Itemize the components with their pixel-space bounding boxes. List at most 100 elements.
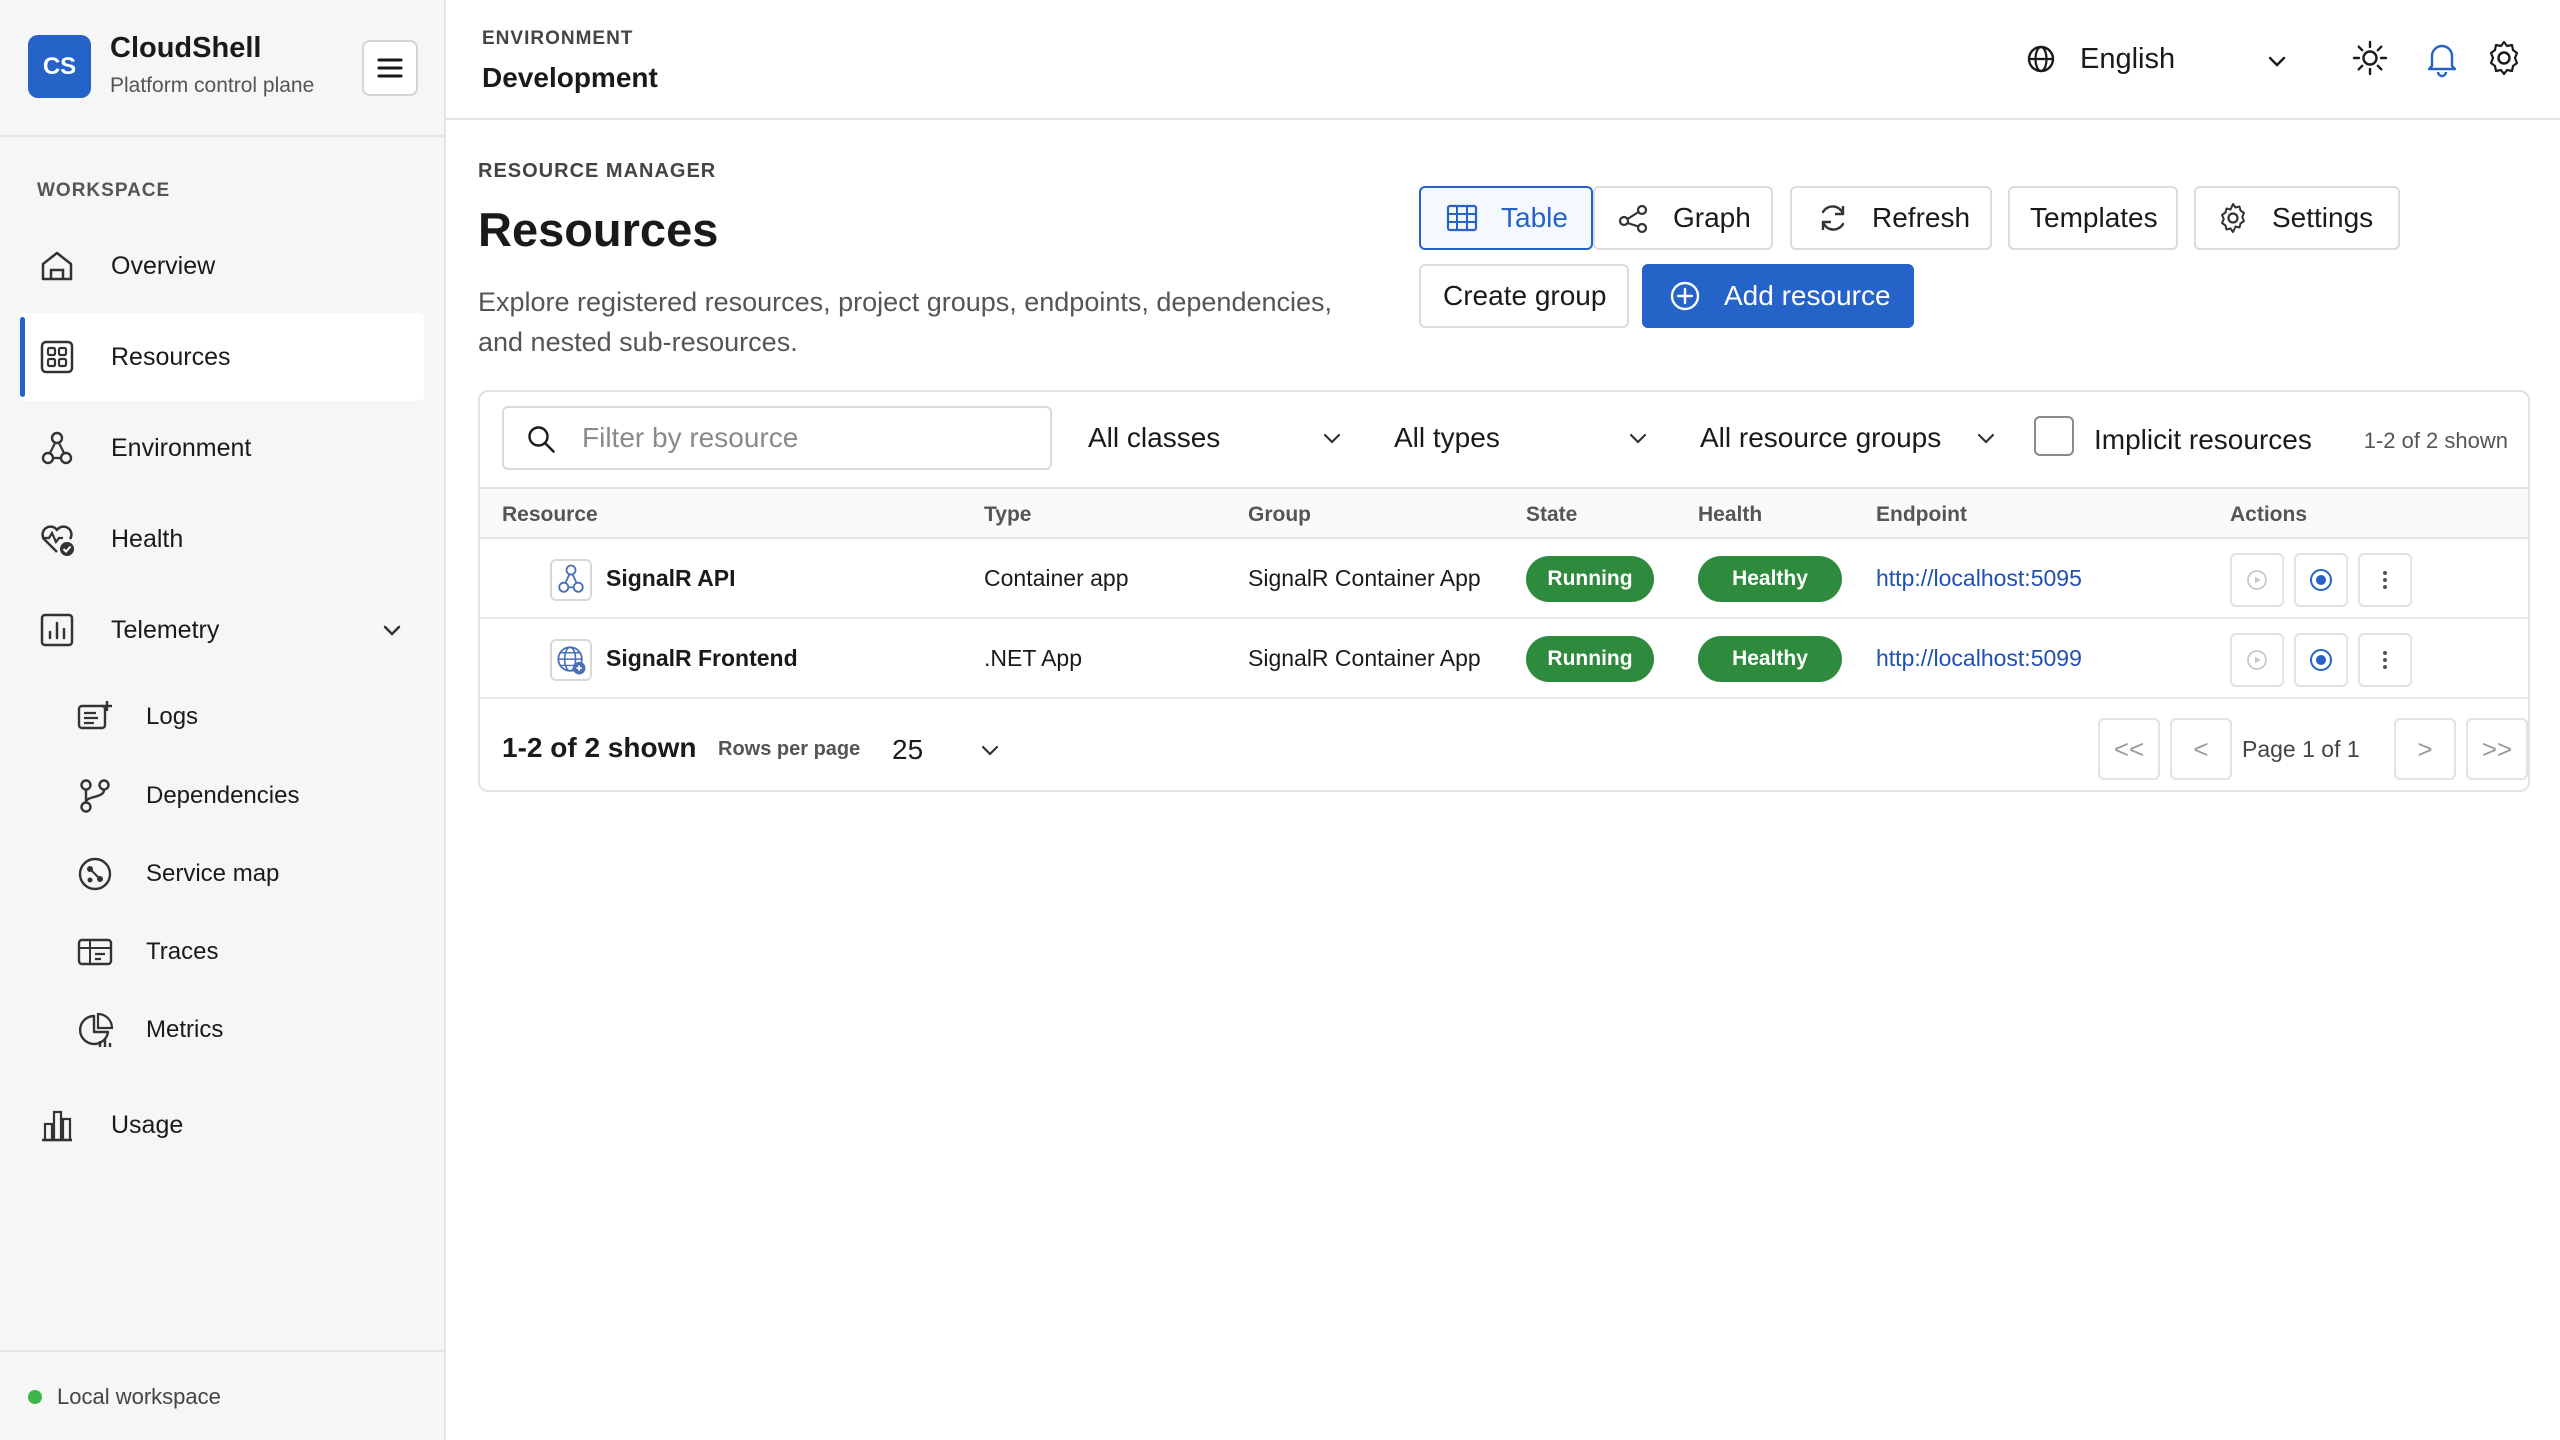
record-icon: [2310, 569, 2332, 591]
type-filter-value: All types: [1394, 422, 1500, 453]
endpoint-link[interactable]: http://localhost:5095: [1876, 565, 2082, 592]
table-header: Resource Type Group State Health Endpoin…: [480, 487, 2528, 539]
brand: CS CloudShell Platform control plane: [0, 0, 444, 137]
plus-circle-icon: [1670, 281, 1700, 311]
next-page-button[interactable]: >: [2394, 718, 2456, 780]
sidebar-item-label: Usage: [111, 1110, 184, 1139]
refresh-icon: [1821, 205, 1845, 231]
more-vertical-icon: [2383, 651, 2387, 669]
sidebar-subitem-logs[interactable]: Logs: [70, 681, 424, 753]
group-filter-value: All resource groups: [1700, 422, 1942, 453]
home-icon: [41, 251, 73, 281]
gear-icon[interactable]: [2484, 38, 2524, 78]
table-row[interactable]: SignalR Frontend .NET App SignalR Contai…: [480, 619, 2528, 699]
sidebar-subitem-metrics[interactable]: Metrics: [70, 994, 424, 1066]
class-filter-value: All classes: [1088, 422, 1221, 453]
chart-icon: [40, 613, 74, 647]
column-header-actions: Actions: [2230, 503, 2308, 526]
type-filter-select[interactable]: All types: [1394, 412, 1650, 462]
column-header-health[interactable]: Health: [1698, 503, 1762, 527]
table-row[interactable]: SignalR API Container app SignalR Contai…: [480, 539, 2528, 619]
class-filter-select[interactable]: All classes: [1088, 412, 1344, 462]
sun-icon[interactable]: [2350, 38, 2390, 78]
top-bar: ENVIRONMENT Development English: [446, 0, 2560, 120]
search-input[interactable]: [582, 416, 1032, 460]
stop-button[interactable]: [2294, 553, 2348, 607]
language-select[interactable]: English: [2080, 36, 2290, 84]
state-badge: Running: [1526, 556, 1654, 602]
sidebar: CS CloudShell Platform control plane WOR…: [0, 0, 446, 1440]
column-header-group[interactable]: Group: [1248, 503, 1311, 527]
sidebar-item-telemetry[interactable]: Telemetry: [20, 586, 424, 674]
column-header-state[interactable]: State: [1526, 503, 1577, 527]
create-group-label: Create group: [1443, 280, 1607, 311]
column-header-endpoint[interactable]: Endpoint: [1876, 503, 1967, 527]
resource-name[interactable]: SignalR Frontend: [606, 645, 798, 672]
environment-value: Development: [482, 62, 658, 93]
rows-per-page-label: Rows per page: [718, 738, 861, 760]
environment-icon: [41, 431, 73, 465]
sidebar-item-resources[interactable]: Resources: [20, 313, 424, 401]
endpoint-link[interactable]: http://localhost:5099: [1876, 645, 2082, 672]
start-button[interactable]: [2230, 633, 2284, 687]
page-title: Resources: [478, 203, 719, 256]
templates-button[interactable]: Templates: [2008, 186, 2178, 250]
add-resource-button[interactable]: Add resource: [1642, 264, 1914, 328]
shown-count: 1-2 of 2 shown: [2363, 428, 2508, 453]
more-actions-button[interactable]: [2358, 553, 2412, 607]
group-filter-select[interactable]: All resource groups: [1700, 412, 1998, 462]
table-view-button[interactable]: Table: [1419, 186, 1593, 250]
sidebar-subitem-traces[interactable]: Traces: [70, 916, 424, 988]
search-field[interactable]: [502, 406, 1052, 470]
stop-button[interactable]: [2294, 633, 2348, 687]
sidebar-item-label: Environment: [111, 433, 252, 462]
metrics-icon: [78, 1012, 114, 1047]
first-page-button[interactable]: <<: [2098, 718, 2160, 780]
globe-icon: [2027, 45, 2055, 73]
implicit-resources-label: Implicit resources: [2094, 424, 2312, 455]
column-header-type[interactable]: Type: [984, 503, 1031, 527]
chevron-down-icon: [1323, 433, 1341, 444]
menu-toggle-button[interactable]: [362, 40, 418, 96]
brand-name: CloudShell: [110, 32, 262, 64]
resource-type: Container app: [984, 565, 1129, 591]
sidebar-item-label: Resources: [111, 342, 231, 371]
resource-name[interactable]: SignalR API: [606, 565, 736, 592]
health-icon: [41, 525, 74, 556]
sidebar-item-health[interactable]: Health: [20, 495, 424, 583]
sidebar-subitem-service-map[interactable]: Service map: [70, 838, 424, 910]
sidebar-item-usage[interactable]: Usage: [20, 1081, 424, 1169]
sidebar-subitem-dependencies[interactable]: Dependencies: [70, 760, 424, 832]
column-header-resource[interactable]: Resource: [502, 503, 598, 527]
sidebar-item-environment[interactable]: Environment: [20, 404, 424, 492]
last-page-button[interactable]: >>: [2466, 718, 2528, 780]
implicit-resources-checkbox[interactable]: [2034, 416, 2074, 456]
gear-icon: [2221, 203, 2245, 233]
sidebar-subitem-label: Logs: [146, 703, 199, 730]
chevron-down-icon: [2268, 56, 2286, 67]
chevron-down-icon: [383, 625, 401, 636]
settings-button[interactable]: Settings: [2194, 186, 2400, 250]
hamburger-icon: [377, 58, 403, 78]
add-resource-label: Add resource: [1724, 280, 1891, 311]
sidebar-subitem-label: Traces: [146, 938, 219, 965]
bell-icon[interactable]: [2422, 38, 2462, 78]
sidebar-item-label: Health: [111, 524, 184, 553]
previous-page-button[interactable]: <: [2170, 718, 2232, 780]
more-vertical-icon: [2383, 571, 2387, 589]
bar-chart-icon: [42, 1110, 72, 1142]
dependencies-icon: [80, 779, 110, 813]
rows-per-page-select[interactable]: 25: [892, 724, 1002, 774]
graph-view-button[interactable]: Graph: [1593, 186, 1773, 250]
settings-label: Settings: [2272, 202, 2374, 233]
start-button[interactable]: [2230, 553, 2284, 607]
status-dot: [28, 1390, 42, 1404]
more-actions-button[interactable]: [2358, 633, 2412, 687]
sidebar-item-label: Telemetry: [111, 615, 220, 644]
chevron-down-icon: [981, 745, 999, 756]
graph-view-label: Graph: [1673, 202, 1751, 233]
sidebar-item-overview[interactable]: Overview: [20, 222, 424, 310]
refresh-button[interactable]: Refresh: [1790, 186, 1992, 250]
create-group-button[interactable]: Create group: [1419, 264, 1629, 328]
workspace-section-label: WORKSPACE: [37, 180, 171, 201]
